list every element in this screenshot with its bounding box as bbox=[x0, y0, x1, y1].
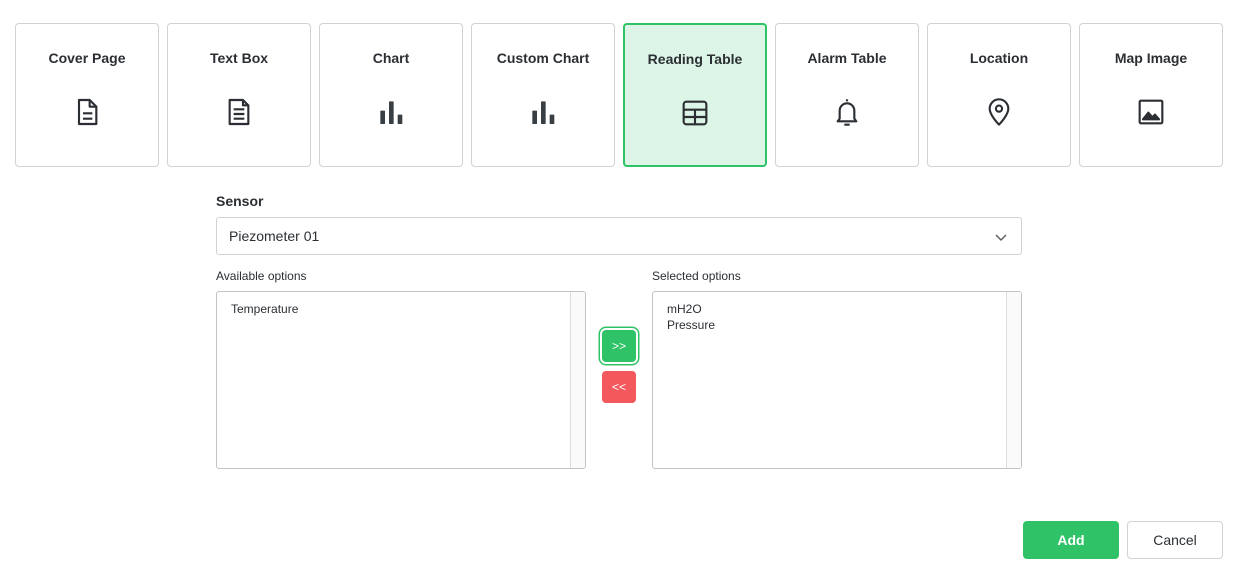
chevron-down-icon bbox=[995, 234, 1007, 242]
card-custom-chart[interactable]: Custom Chart bbox=[471, 23, 615, 167]
card-label: Reading Table bbox=[647, 51, 743, 67]
card-map-image[interactable]: Map Image bbox=[1079, 23, 1223, 167]
card-label: Text Box bbox=[209, 50, 269, 66]
card-label: Chart bbox=[372, 50, 410, 66]
available-options-label: Available options bbox=[216, 269, 307, 283]
sensor-label: Sensor bbox=[216, 193, 264, 209]
sensor-value: Piezometer 01 bbox=[229, 228, 320, 244]
report-section-types: Cover Page Text Box Chart Custom Chart R… bbox=[15, 23, 1223, 167]
card-alarm-table[interactable]: Alarm Table bbox=[775, 23, 919, 167]
bar-chart-icon bbox=[527, 96, 559, 128]
card-reading-table[interactable]: Reading Table bbox=[623, 23, 767, 167]
scrollbar[interactable] bbox=[570, 292, 585, 468]
card-label: Location bbox=[969, 50, 1029, 66]
card-label: Map Image bbox=[1114, 50, 1188, 66]
card-chart[interactable]: Chart bbox=[319, 23, 463, 167]
text-document-icon bbox=[223, 96, 255, 128]
add-selected-button[interactable]: >> bbox=[602, 330, 636, 362]
sensor-select[interactable]: Piezometer 01 bbox=[216, 217, 1022, 255]
card-label: Cover Page bbox=[48, 50, 126, 66]
map-pin-icon bbox=[983, 96, 1015, 128]
card-label: Alarm Table bbox=[807, 50, 887, 66]
bell-icon bbox=[831, 96, 863, 128]
card-label: Custom Chart bbox=[496, 50, 590, 66]
card-location[interactable]: Location bbox=[927, 23, 1071, 167]
cancel-button[interactable]: Cancel bbox=[1127, 521, 1223, 559]
bar-chart-icon bbox=[375, 96, 407, 128]
list-item[interactable]: Temperature bbox=[231, 301, 571, 317]
remove-selected-button[interactable]: << bbox=[602, 371, 636, 403]
selected-options-label: Selected options bbox=[652, 269, 741, 283]
list-item[interactable]: Pressure bbox=[667, 317, 1007, 333]
card-cover-page[interactable]: Cover Page bbox=[15, 23, 159, 167]
available-options-list[interactable]: Temperature bbox=[216, 291, 586, 469]
selected-options-list[interactable]: mH2O Pressure bbox=[652, 291, 1022, 469]
table-icon bbox=[679, 97, 711, 129]
list-item[interactable]: mH2O bbox=[667, 301, 1007, 317]
document-icon bbox=[71, 96, 103, 128]
image-icon bbox=[1135, 96, 1167, 128]
scrollbar[interactable] bbox=[1006, 292, 1021, 468]
card-text-box[interactable]: Text Box bbox=[167, 23, 311, 167]
add-button[interactable]: Add bbox=[1023, 521, 1119, 559]
